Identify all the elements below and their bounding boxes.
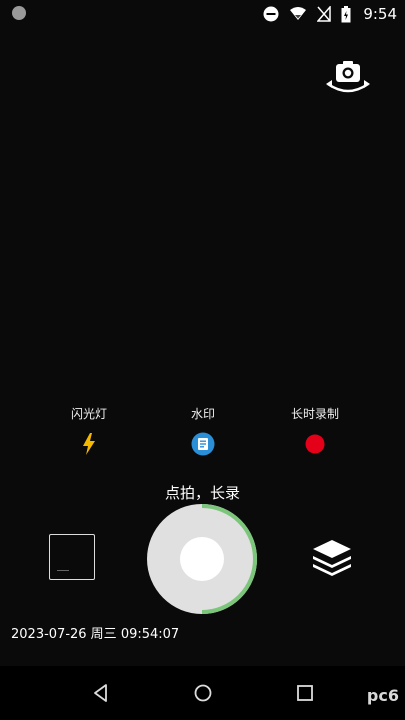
watermark-label: 水印 xyxy=(190,407,215,421)
site-watermark-logo: pc6 xyxy=(366,686,399,705)
recent-apps-icon[interactable] xyxy=(294,682,316,704)
shutter-button[interactable] xyxy=(145,502,259,616)
flash-option[interactable]: 闪光灯 xyxy=(44,406,134,456)
layers-icon xyxy=(313,540,351,576)
flash-label: 闪光灯 xyxy=(70,407,107,421)
status-bar: 9:54 xyxy=(0,0,405,28)
status-icons: 9:54 xyxy=(263,4,397,24)
no-signal-icon xyxy=(317,6,332,22)
gallery-thumbnail[interactable] xyxy=(49,534,95,580)
navigation-bar: pc6 xyxy=(0,666,405,720)
flash-icon xyxy=(83,433,95,455)
long-record-option[interactable]: 长时录制 xyxy=(270,406,360,456)
shutter-inner xyxy=(180,537,224,581)
record-dot-icon xyxy=(305,434,325,454)
layers-button[interactable] xyxy=(310,538,354,578)
long-record-label: 长时录制 xyxy=(290,407,339,421)
notification-dot-icon xyxy=(12,6,26,20)
back-icon[interactable] xyxy=(90,682,112,704)
do-not-disturb-icon xyxy=(263,6,279,22)
status-time: 9:54 xyxy=(363,5,397,23)
battery-icon xyxy=(341,5,351,23)
wifi-icon xyxy=(289,7,307,21)
watermark-option[interactable]: 水印 xyxy=(158,406,248,456)
capture-hint: 点拍，长录 xyxy=(164,484,240,502)
camera-switch-icon xyxy=(326,61,370,93)
home-icon[interactable] xyxy=(192,682,214,704)
watermark-icon xyxy=(191,432,215,456)
camera-switch-button[interactable] xyxy=(324,58,372,98)
gallery-placeholder-line xyxy=(57,570,69,571)
camera-screen: 9:54 闪光灯 水印 长时录制 点拍，长录 2023-07-26 周三 09:… xyxy=(0,0,405,720)
timestamp: 2023-07-26 周三 09:54:07 xyxy=(11,627,180,642)
